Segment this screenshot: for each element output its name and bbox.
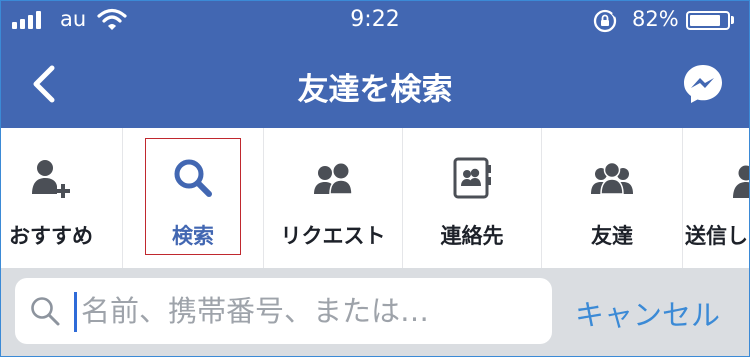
messenger-icon[interactable] <box>681 62 725 106</box>
tab-recommended[interactable]: おすすめ <box>0 128 122 268</box>
search-field[interactable] <box>15 278 552 344</box>
tab-label: おすすめ <box>9 224 93 248</box>
nav-bar: 友達を検索 <box>0 40 750 128</box>
rotation-lock-icon <box>593 9 618 33</box>
group-icon <box>591 161 633 195</box>
friends-icon <box>314 163 353 195</box>
header: au 9:22 82% 友達を検索 <box>0 0 750 128</box>
tab-contacts[interactable]: 連絡先 <box>403 128 541 268</box>
tab-requests[interactable]: リクエスト <box>264 128 402 268</box>
search-bar: キャンセル <box>0 268 750 357</box>
contacts-icon <box>453 157 491 199</box>
text-caret <box>74 292 77 332</box>
tab-label: 送信し <box>685 224 748 248</box>
status-bar: au 9:22 82% <box>0 0 750 40</box>
tab-label: リクエスト <box>280 224 386 248</box>
tab-label: 連絡先 <box>440 224 504 248</box>
tab-sent[interactable]: 送信し <box>683 128 750 268</box>
cancel-button[interactable]: キャンセル <box>575 292 720 334</box>
highlight-box <box>145 138 241 255</box>
battery-fill <box>690 15 720 26</box>
tab-friends[interactable]: 友達 <box>542 128 682 268</box>
tab-bar: おすすめ 検索 リクエスト 連絡先 友達 送信し <box>0 128 750 268</box>
tab-label: 友達 <box>591 224 633 248</box>
battery-icon <box>686 11 730 30</box>
add-person-icon <box>32 160 70 198</box>
person-icon <box>733 165 750 198</box>
battery-percent: 82% <box>632 7 679 31</box>
search-input[interactable] <box>81 289 531 333</box>
page-title: 友達を検索 <box>297 72 453 108</box>
battery-tip <box>731 16 734 24</box>
search-icon <box>31 297 60 326</box>
